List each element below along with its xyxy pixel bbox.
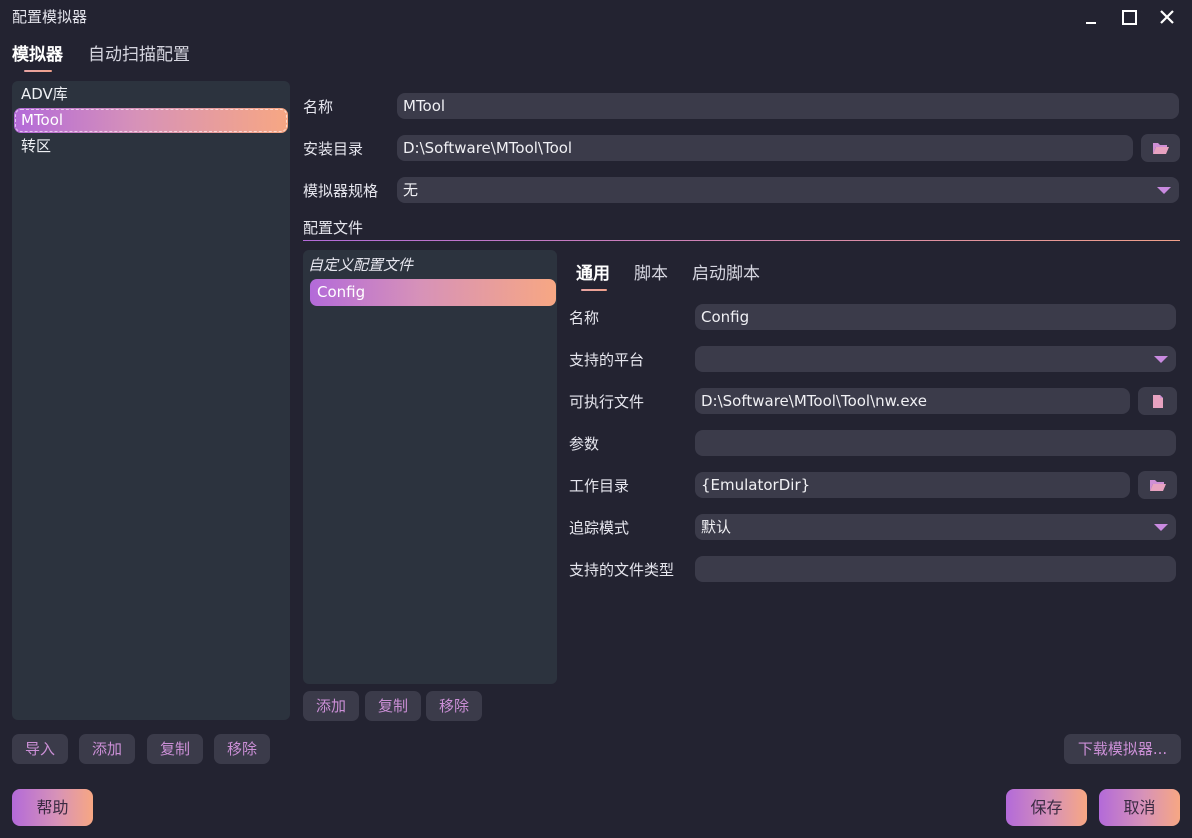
chevron-down-icon	[1154, 356, 1168, 363]
args-input[interactable]	[695, 430, 1176, 456]
minimize-button[interactable]	[1076, 4, 1106, 30]
config-item[interactable]: Config	[310, 279, 556, 306]
filetypes-label: 支持的文件类型	[569, 561, 675, 579]
config-list: 自定义配置文件 Config	[303, 250, 557, 684]
trace-value: 默认	[701, 518, 732, 536]
name-label: 名称	[303, 98, 334, 116]
folder-open-icon	[1152, 143, 1169, 154]
browse-exe-button[interactable]	[1138, 387, 1177, 415]
tab-general-underline	[581, 289, 607, 291]
tab-auto-scan[interactable]: 自动扫描配置	[88, 40, 190, 65]
config-name-label: 名称	[569, 309, 600, 327]
cancel-button[interactable]: 取消	[1099, 789, 1180, 826]
file-icon	[1152, 394, 1163, 408]
close-icon	[1160, 10, 1174, 24]
config-list-header: 自定义配置文件	[308, 256, 414, 274]
minimize-icon	[1086, 22, 1096, 24]
tab-script[interactable]: 脚本	[634, 259, 668, 284]
tab-emulator[interactable]: 模拟器	[12, 40, 63, 65]
remove-config-button[interactable]: 移除	[426, 691, 482, 721]
section-divider	[303, 240, 1180, 241]
tab-emulator-underline	[24, 70, 52, 72]
close-button[interactable]	[1152, 4, 1182, 30]
import-button[interactable]: 导入	[12, 734, 68, 764]
exe-input[interactable]: D:\Software\MTool\Tool\nw.exe	[695, 388, 1130, 414]
install-dir-input[interactable]: D:\Software\MTool\Tool	[397, 135, 1133, 161]
maximize-button[interactable]	[1114, 4, 1144, 30]
remove-emulator-button[interactable]: 移除	[214, 734, 270, 764]
folder-open-icon	[1149, 480, 1166, 491]
trace-label: 追踪模式	[569, 519, 630, 537]
tab-startup-script[interactable]: 启动脚本	[692, 259, 760, 284]
help-button[interactable]: 帮助	[12, 789, 93, 826]
spec-select[interactable]: 无	[397, 177, 1179, 203]
emulator-list: ADV库 MTool 转区	[12, 81, 290, 720]
filetypes-input[interactable]	[695, 556, 1176, 582]
chevron-down-icon	[1154, 524, 1168, 531]
copy-config-button[interactable]: 复制	[365, 691, 421, 721]
browse-install-dir-button[interactable]	[1141, 134, 1180, 162]
config-name-input[interactable]: Config	[695, 304, 1176, 330]
config-section-title: 配置文件	[303, 219, 364, 237]
name-input[interactable]: MTool	[397, 93, 1179, 119]
tab-general[interactable]: 通用	[576, 259, 610, 284]
emulator-item-locale[interactable]: 转区	[14, 134, 288, 159]
emulator-item-adv[interactable]: ADV库	[14, 82, 288, 107]
install-dir-label: 安装目录	[303, 140, 364, 158]
maximize-icon	[1121, 9, 1137, 25]
window-title: 配置模拟器	[12, 8, 88, 26]
spec-label: 模拟器规格	[303, 182, 379, 200]
spec-value: 无	[403, 181, 419, 199]
exe-label: 可执行文件	[569, 393, 645, 411]
trace-select[interactable]: 默认	[695, 514, 1176, 540]
save-button[interactable]: 保存	[1006, 789, 1087, 826]
args-label: 参数	[569, 435, 600, 453]
workdir-input[interactable]: {EmulatorDir}	[695, 472, 1130, 498]
add-emulator-button[interactable]: 添加	[79, 734, 135, 764]
workdir-label: 工作目录	[569, 477, 630, 495]
emulator-item-mtool[interactable]: MTool	[14, 108, 288, 133]
browse-workdir-button[interactable]	[1138, 471, 1177, 499]
download-emulator-button[interactable]: 下载模拟器...	[1064, 734, 1181, 764]
platform-select[interactable]	[695, 346, 1176, 372]
add-config-button[interactable]: 添加	[303, 691, 359, 721]
copy-emulator-button[interactable]: 复制	[147, 734, 203, 764]
chevron-down-icon	[1157, 187, 1171, 194]
platform-label: 支持的平台	[569, 351, 645, 369]
